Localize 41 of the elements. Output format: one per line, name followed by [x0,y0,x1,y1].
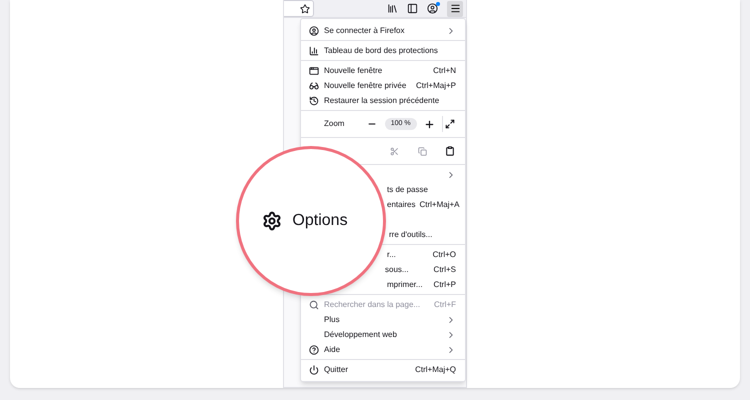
search-icon [309,300,319,310]
menu-item[interactable]: Plus [301,312,465,327]
sidebar-icon[interactable] [407,3,418,14]
menu-item[interactable]: Aide [301,342,465,357]
options-label: Options [292,211,348,231]
menu-item[interactable]: entaires Ctrl+Maj+A [387,197,468,212]
menu-item[interactable]: sous... Ctrl+S [385,262,465,277]
address-field[interactable] [284,0,314,17]
bookmark-star-icon[interactable] [300,4,310,14]
menu-item[interactable]: Se connecter à Firefox [301,23,465,38]
gear-icon [262,211,282,231]
menu-item[interactable]: Nouvelle fenêtre privée Ctrl+Maj+P [301,78,465,93]
copy-icon [418,146,426,156]
cut-button[interactable] [388,145,400,157]
menu-item[interactable]: Développement web [301,327,465,342]
account-icon [309,26,319,36]
fullscreen-button[interactable] [443,117,457,131]
scissors-icon [390,146,398,156]
power-icon [309,364,319,374]
library-icon[interactable] [387,3,398,14]
copy-button[interactable] [416,145,428,157]
clipboard-icon [445,146,455,156]
expand-icon [445,119,456,129]
restore-icon [309,96,319,106]
menu-item[interactable]: ts de passe [387,182,465,197]
paste-button[interactable] [444,145,456,157]
help-icon [309,344,319,354]
menu-item[interactable]: Tableau de bord des protections [301,43,465,58]
chart-icon [309,46,319,56]
menu-icon [450,3,460,14]
menu-item[interactable]: Quitter Ctrl+Maj+Q [301,362,465,377]
account-icon[interactable] [427,3,438,14]
menu-item[interactable]: rre d'outils... [389,227,465,242]
zoom-label: Zoom [324,118,346,130]
menu-item[interactable]: Nouvelle fenêtre Ctrl+N [301,63,465,78]
menu-item[interactable]: r... Ctrl+O [387,247,465,262]
menu-button[interactable] [447,0,463,16]
window-icon [309,66,319,76]
menu-item[interactable]: Restaurer la session précédente [301,93,465,108]
menu-item[interactable]: mprimer... Ctrl+P [387,277,465,292]
plus-icon [424,118,435,130]
